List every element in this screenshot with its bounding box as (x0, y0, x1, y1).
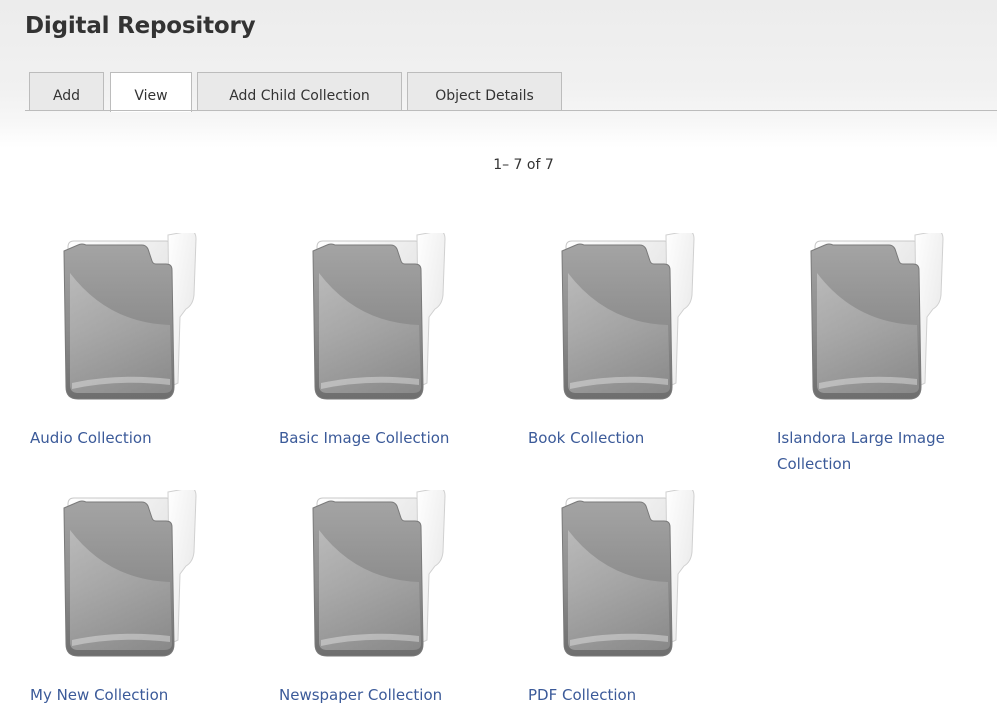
collection-link-audio[interactable]: Audio Collection (30, 425, 240, 451)
pager-summary: 1– 7 of 7 (493, 157, 554, 173)
tabs-underline (25, 110, 997, 111)
page-title: Digital Repository (25, 13, 256, 39)
folder-icon[interactable] (297, 233, 447, 403)
page-header: Digital Repository Add View Add Child Co… (0, 0, 997, 148)
folder-icon[interactable] (795, 233, 945, 403)
folder-icon[interactable] (546, 490, 696, 660)
collection-link-my-new[interactable]: My New Collection (30, 682, 240, 708)
tab-add[interactable]: Add (29, 72, 104, 110)
tab-object-details[interactable]: Object Details (407, 72, 562, 110)
folder-icon[interactable] (297, 490, 447, 660)
collection-link-islandora-large-image[interactable]: Islandora Large Image Collection (777, 425, 977, 477)
folder-icon[interactable] (48, 490, 198, 660)
collection-link-newspaper[interactable]: Newspaper Collection (279, 682, 489, 708)
folder-icon[interactable] (48, 233, 198, 403)
collection-link-pdf[interactable]: PDF Collection (528, 682, 738, 708)
tab-add-child-collection[interactable]: Add Child Collection (197, 72, 402, 110)
folder-icon[interactable] (546, 233, 696, 403)
tab-view[interactable]: View (110, 72, 192, 112)
collection-link-basic-image[interactable]: Basic Image Collection (279, 425, 489, 451)
collection-link-book[interactable]: Book Collection (528, 425, 738, 451)
